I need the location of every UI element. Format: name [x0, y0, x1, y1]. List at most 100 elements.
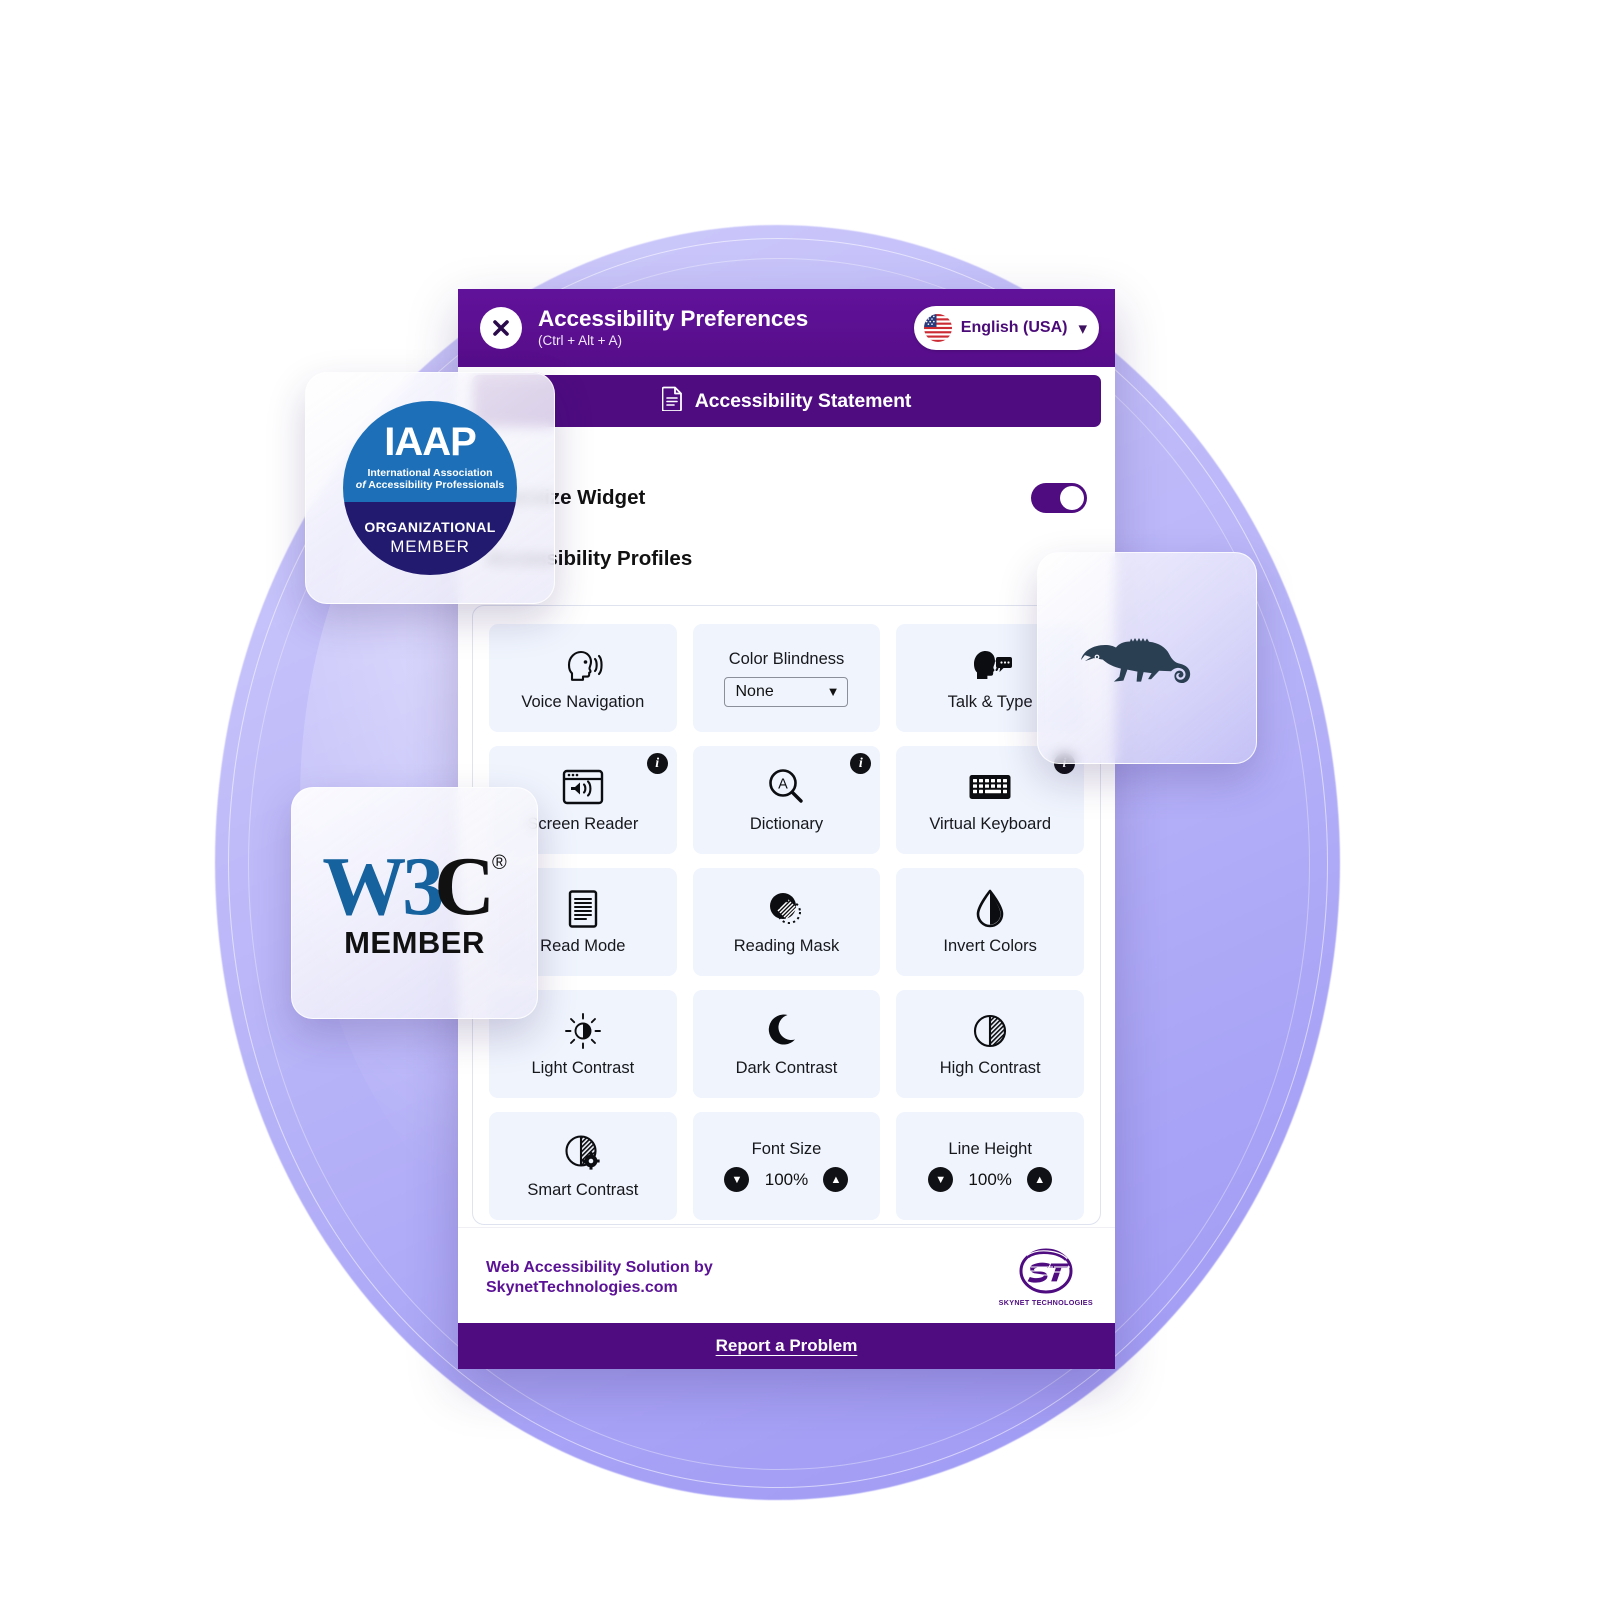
info-icon[interactable]: i [646, 753, 668, 774]
color-blindness-label: Color Blindness [728, 649, 845, 668]
info-icon[interactable]: i [850, 753, 872, 774]
dictionary-search-icon: A [766, 766, 806, 808]
line-height-stepper: ▼ 100% ▲ [928, 1167, 1053, 1192]
report-a-problem-link[interactable]: Report a Problem [716, 1336, 858, 1356]
tile-label: Dark Contrast [735, 1059, 838, 1078]
tile-invert-colors[interactable]: Invert Colors [896, 868, 1084, 976]
tile-label: Virtual Keyboard [929, 815, 1051, 834]
line-height-label: Line Height [948, 1140, 1032, 1158]
tile-dark-contrast[interactable]: Dark Contrast [692, 990, 881, 1098]
circle-half-hatched-icon [971, 1010, 1009, 1052]
w3c-mark-blue: W3 [322, 840, 444, 933]
skynet-logo-name: SKYNET TECHNOLOGIES [998, 1298, 1093, 1307]
font-size-stepper: ▼ 100% ▲ [724, 1167, 849, 1192]
close-icon[interactable] [480, 307, 522, 349]
chevron-down-icon: ▾ [1078, 318, 1087, 338]
iaap-line1: International Association [367, 466, 493, 479]
chevron-up-circle-icon[interactable]: ▲ [823, 1167, 849, 1192]
toggle-knob [1060, 486, 1084, 510]
screenshot-stage: Accessibility Preferences (Ctrl + Alt + … [0, 0, 1603, 1619]
iaap-tier: ORGANIZATIONAL [364, 519, 496, 536]
tile-font-size: Font Size ▼ 100% ▲ [692, 1112, 881, 1220]
droplet-half-icon [974, 888, 1006, 930]
widget-footer: Web Accessibility Solution by SkynetTech… [458, 1227, 1115, 1323]
iaap-wordmark: IAAP [384, 419, 477, 464]
keyboard-icon [968, 766, 1012, 808]
caret-down-icon: ▼ [826, 684, 840, 699]
tile-label: Invert Colors [943, 937, 1037, 956]
report-a-problem-bar[interactable]: Report a Problem [458, 1323, 1115, 1369]
tile-label: Smart Contrast [527, 1181, 639, 1200]
accessibility-profiles-heading: Accessibility Profiles [486, 547, 693, 570]
font-size-label: Font Size [751, 1140, 822, 1158]
w3c-mark-black: C [434, 840, 495, 933]
reading-mask-icon [766, 888, 806, 930]
header-titles: Accessibility Preferences (Ctrl + Alt + … [538, 305, 914, 349]
skynet-technologies-logo: SKYNET TECHNOLOGIES [999, 1248, 1093, 1307]
oversize-widget-toggle[interactable] [1031, 483, 1087, 513]
chevron-down-circle-icon[interactable]: ▼ [928, 1167, 954, 1192]
feature-grid: Voice Navigation Color Blindness None ▼ [489, 624, 1084, 1220]
tile-high-contrast[interactable]: High Contrast [896, 990, 1084, 1098]
tile-label: Read Mode [540, 937, 626, 956]
w3c-badge: W3 C ® MEMBER [322, 845, 506, 961]
tile-label: Dictionary [749, 815, 824, 834]
widget-header: Accessibility Preferences (Ctrl + Alt + … [458, 289, 1115, 367]
tile-label: Screen Reader [527, 815, 639, 834]
footer-credit: Web Accessibility Solution by SkynetTech… [486, 1258, 713, 1297]
tile-label: Talk & Type [947, 693, 1033, 712]
language-selector[interactable]: English (USA) ▾ [913, 306, 1099, 350]
line-height-value: 100% [968, 1169, 1012, 1189]
language-label: English (USA) [960, 319, 1068, 336]
sun-half-icon [563, 1010, 603, 1052]
color-blindness-select-value: None [735, 682, 774, 700]
document-lines-icon [567, 888, 599, 930]
feature-grid-card: Voice Navigation Color Blindness None ▼ [472, 605, 1101, 1225]
w3c-member-label: MEMBER [344, 925, 485, 960]
screen-reader-icon [562, 766, 604, 808]
moon-icon [768, 1010, 804, 1052]
tile-color-blindness[interactable]: Color Blindness None ▼ [692, 624, 881, 732]
w3c-member-badge-card: W3 C ® MEMBER [291, 787, 538, 1019]
iaap-badge-top: IAAP International Association of Access… [343, 401, 517, 502]
accessibility-statement-label: Accessibility Statement [694, 389, 912, 412]
iaap-member-label: MEMBER [390, 537, 470, 557]
iaap-line2-of: of [355, 478, 366, 491]
tile-smart-contrast[interactable]: Smart Contrast [489, 1112, 677, 1220]
chameleon-badge-card [1037, 552, 1257, 764]
tile-label: Voice Navigation [521, 693, 645, 712]
speaking-head-icon [561, 644, 605, 686]
keyboard-shortcut-hint: (Ctrl + Alt + A) [538, 333, 623, 349]
tile-label: Reading Mask [733, 937, 840, 956]
tile-label: Light Contrast [531, 1059, 635, 1078]
registered-trademark-icon: ® [491, 852, 507, 874]
tile-voice-navigation[interactable]: Voice Navigation [489, 624, 677, 732]
accessibility-statement-button[interactable]: Accessibility Statement [472, 375, 1101, 427]
tile-reading-mask[interactable]: Reading Mask [692, 868, 881, 976]
tile-label: High Contrast [939, 1059, 1041, 1078]
iaap-line2-rest: Accessibility Professionals [368, 478, 505, 491]
document-icon [661, 386, 683, 416]
chameleon-icon [1067, 616, 1227, 701]
st-monogram-icon [1019, 1248, 1073, 1294]
iaap-line2: of Accessibility Professionals [356, 479, 504, 491]
usa-flag-icon [923, 314, 952, 342]
chevron-up-circle-icon[interactable]: ▲ [1027, 1167, 1053, 1192]
color-blindness-select[interactable]: None ▼ [724, 676, 849, 707]
w3c-logo-icon: W3 C ® [322, 845, 506, 929]
chevron-down-circle-icon[interactable]: ▼ [724, 1167, 750, 1192]
iaap-member-badge-card: IAAP International Association of Access… [305, 372, 555, 604]
oversize-widget-row: Oversize Widget [472, 427, 1101, 513]
accessibility-widget-panel: Accessibility Preferences (Ctrl + Alt + … [458, 289, 1115, 1369]
circle-half-gear-icon [563, 1132, 603, 1174]
page-title: Accessibility Preferences [538, 305, 809, 331]
footer-credit-line2[interactable]: SkynetTechnologies.com [486, 1278, 713, 1298]
footer-credit-line1: Web Accessibility Solution by [486, 1258, 713, 1276]
font-size-value: 100% [764, 1169, 809, 1189]
iaap-badge-bottom: ORGANIZATIONAL MEMBER [343, 501, 517, 575]
talk-type-icon [967, 644, 1013, 686]
iaap-badge: IAAP International Association of Access… [343, 401, 517, 575]
widget-body: Oversize Widget Accessibility Profiles V… [458, 427, 1115, 1227]
svg-text:A: A [779, 777, 789, 793]
tile-dictionary[interactable]: i A Dictionary [692, 746, 881, 854]
